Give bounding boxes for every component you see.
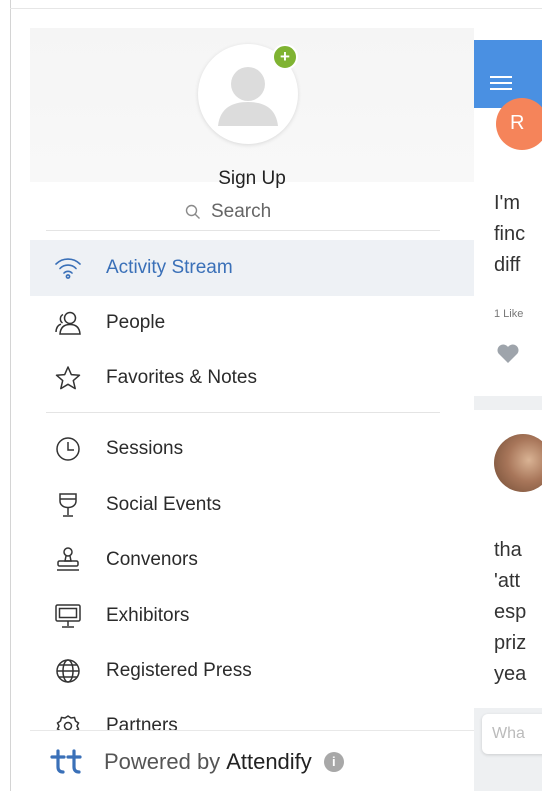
compose-bar: Wha	[474, 708, 542, 760]
post-text-line: I'm	[494, 192, 521, 214]
menu-item-label: Social Events	[106, 494, 222, 515]
compose-input[interactable]: Wha	[482, 714, 542, 754]
brand-name[interactable]: Attendify	[226, 749, 312, 775]
post-text-line: yea	[494, 663, 527, 685]
likes-count[interactable]: 1 Like	[494, 308, 523, 320]
menu-item-activity-stream[interactable]: Activity Stream	[30, 240, 474, 296]
globe-icon	[56, 659, 80, 683]
app-top-bar	[474, 40, 542, 108]
post-text-line: esp	[494, 601, 527, 623]
wine-glass-icon	[59, 493, 77, 517]
menu-item-label: Convenors	[106, 549, 198, 570]
star-icon	[55, 366, 81, 390]
search-icon	[185, 204, 200, 219]
feed-post-card[interactable]: tha 'att esp priz yea	[474, 410, 542, 710]
menu-item-people[interactable]: People	[30, 295, 474, 351]
menu-item-social-events[interactable]: Social Events	[30, 477, 474, 533]
window-frame-left	[10, 0, 11, 791]
menu-item-label: People	[106, 312, 166, 333]
menu-item-label: Exhibitors	[106, 605, 190, 626]
post-text-line: finc	[494, 223, 526, 245]
heart-icon[interactable]	[496, 344, 520, 364]
post-text-line: tha	[494, 539, 522, 561]
menu-item-exhibitors[interactable]: Exhibitors	[30, 588, 474, 644]
clock-icon	[56, 437, 80, 461]
wifi-icon	[55, 258, 81, 279]
stamp-icon	[57, 547, 79, 571]
menu-item-label: Registered Press	[106, 660, 252, 681]
menu-item-registered-press[interactable]: Registered Press	[30, 643, 474, 699]
powered-by-label: Powered by	[104, 748, 221, 774]
people-icon	[55, 311, 81, 335]
window-frame-top	[10, 8, 542, 9]
menu-divider	[46, 412, 440, 413]
sign-up-link[interactable]: Sign Up	[30, 168, 474, 190]
monitor-icon	[55, 604, 81, 628]
attendify-logo-icon	[50, 748, 82, 774]
attendify-logo	[30, 748, 104, 775]
side-menu: + Sign Up Activity Stream	[30, 28, 474, 770]
post-text-line: priz	[494, 632, 527, 654]
menu-item-label: Sessions	[106, 438, 184, 459]
info-icon[interactable]: i	[323, 751, 344, 772]
search-input[interactable]	[211, 201, 301, 223]
search-bar[interactable]	[46, 194, 440, 231]
activity-stream-background: R I'm finc diff 1 Like tha 'att esp priz…	[474, 40, 542, 791]
menu-item-convenors[interactable]: Convenors	[30, 532, 474, 588]
poster-avatar[interactable]	[494, 434, 542, 492]
menu-item-label: Favorites & Notes	[106, 367, 257, 388]
poster-initials: R	[510, 112, 525, 134]
post-text-line: diff	[494, 254, 521, 276]
post-text-line: 'att	[494, 570, 521, 592]
hamburger-menu-icon[interactable]	[490, 76, 512, 78]
menu-item-favorites-notes[interactable]: Favorites & Notes	[30, 350, 474, 406]
add-photo-icon[interactable]: +	[272, 44, 298, 70]
menu-item-sessions[interactable]: Sessions	[30, 421, 474, 477]
profile-header: + Sign Up	[30, 28, 474, 189]
powered-by-footer: Powered by Attendify i	[30, 730, 474, 792]
menu-item-label: Activity Stream	[106, 257, 233, 278]
feed-post-card[interactable]: R I'm finc diff 1 Like	[474, 98, 542, 396]
poster-avatar[interactable]: R	[496, 98, 542, 150]
